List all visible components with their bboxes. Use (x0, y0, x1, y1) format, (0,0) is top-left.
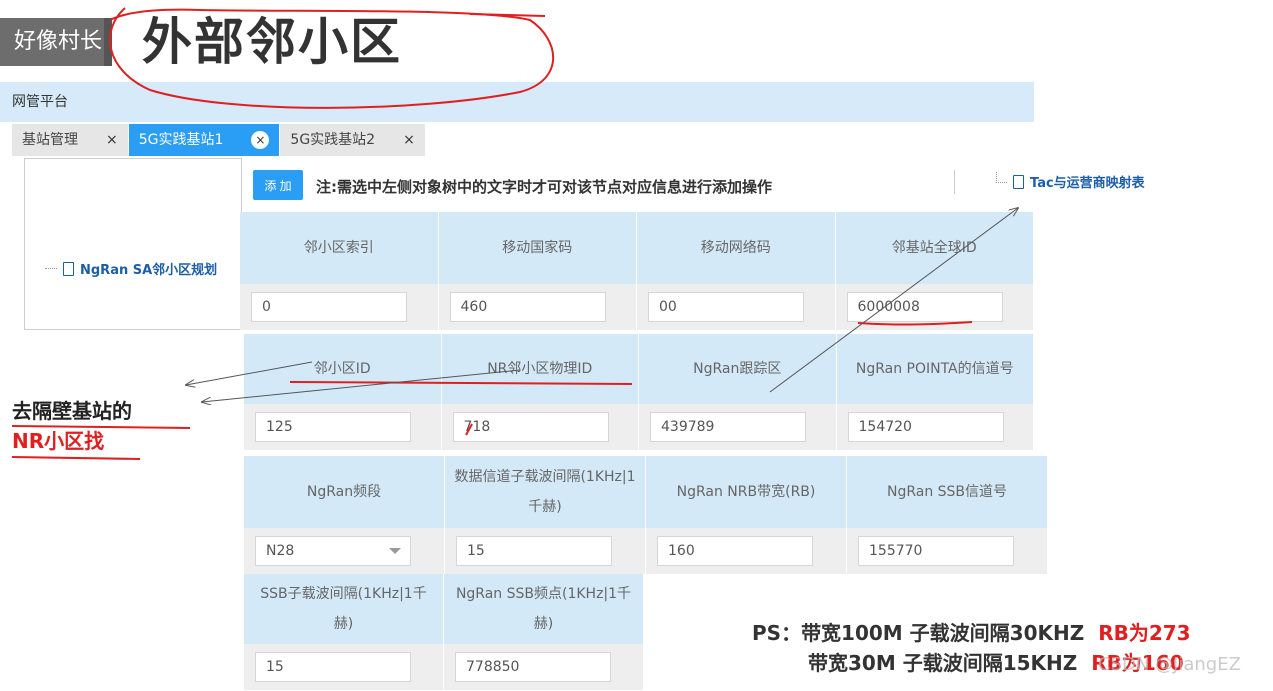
document-icon (1013, 174, 1024, 189)
tab-bar: 基站管理 × 5G实践基站1 × 5G实践基站2 × (12, 124, 426, 156)
document-icon (63, 261, 74, 276)
watermark: CSDN @JiangEZ (1098, 654, 1241, 675)
label-ngran-nrb-bandwidth: NgRan NRB带宽(RB) (646, 456, 847, 528)
tree-connector (45, 268, 57, 269)
tab-label: 5G实践基站2 (290, 132, 376, 148)
label-ngran-pointa-arfcn: NgRan POINTA的信道号 (836, 334, 1034, 404)
tree-connector (996, 172, 1007, 183)
tab-5g-station-2[interactable]: 5G实践基站2 × (280, 124, 426, 156)
ps-line-2: 带宽30M 子载波间隔15KHZ (808, 651, 1078, 675)
side-annotation: 去隔壁基站的 NR小区找 (12, 396, 132, 456)
label-ssb-scs: SSB子载波间隔(1KHz|1千赫) (244, 574, 444, 644)
nr-neighbor-pci-input[interactable] (452, 412, 609, 442)
ngran-tracking-area-input[interactable] (650, 412, 806, 442)
object-tree-panel: NgRan SA邻小区规划 (24, 158, 242, 330)
video-title: 外部邻小区 (142, 13, 402, 71)
label-nr-neighbor-pci: NR邻小区物理ID (441, 334, 639, 404)
form-group-4: SSB子载波间隔(1KHz|1千赫) NgRan SSB频点(1KHz|1千赫) (244, 574, 644, 690)
neighbor-gnb-global-id-input[interactable] (846, 292, 1003, 322)
label-ngran-ssb-arfcn: NgRan SSB信道号 (847, 456, 1048, 528)
add-button[interactable]: 添 加 (253, 170, 303, 200)
mcc-input[interactable] (449, 292, 606, 322)
title-underline-stroke (469, 13, 546, 17)
channel-divider (104, 18, 112, 66)
label-ngran-tracking-area: NgRan跟踪区 (639, 334, 837, 404)
side-underline-2 (11, 456, 141, 460)
neighbor-cell-id-input[interactable] (255, 412, 411, 442)
label-neighbor-cell-index: 邻小区索引 (240, 212, 439, 284)
toolbar: 添 加 注:需选中左侧对象树中的文字时才可对该节点对应信息进行添加操作 (244, 158, 1034, 210)
ngran-band-value[interactable] (255, 536, 411, 566)
form-group-2: 邻小区ID NR邻小区物理ID NgRan跟踪区 NgRan POINTA的信道… (244, 334, 1034, 450)
tac-link-label[interactable]: Tac与运营商映射表 (1030, 172, 1145, 191)
tab-5g-station-1[interactable]: 5G实践基站1 × (128, 124, 281, 156)
side-annotation-line-2: NR小区找 (12, 429, 105, 453)
app-header: 网管平台 (0, 82, 1034, 122)
label-ngran-band: NgRan频段 (244, 456, 445, 528)
tree-node-ngran-sa-neighbor[interactable]: NgRan SA邻小区规划 (45, 259, 217, 278)
ngran-nrb-bandwidth-input[interactable] (657, 536, 813, 566)
label-ngran-ssb-frequency: NgRan SSB频点(1KHz|1千赫) (444, 574, 644, 644)
ngran-pointa-arfcn-input[interactable] (847, 412, 1004, 442)
tree-node-label[interactable]: NgRan SA邻小区规划 (80, 259, 217, 278)
form-group-1: 邻小区索引 移动国家码 移动网络码 邻基站全球ID (240, 212, 1034, 330)
label-neighbor-gnb-global-id: 邻基站全球ID (835, 212, 1034, 284)
tab-station-management[interactable]: 基站管理 × (12, 124, 129, 156)
side-annotation-line-1: 去隔壁基站的 (12, 399, 132, 423)
ps-line-1: 带宽100M 子载波间隔30KHZ (801, 621, 1085, 645)
tab-label: 基站管理 (22, 132, 78, 148)
mnc-input[interactable] (648, 292, 804, 322)
ps-line-1-rb: RB为273 (1098, 621, 1191, 645)
app-title: 网管平台 (12, 94, 68, 110)
ssb-scs-input[interactable] (255, 652, 411, 682)
form-group-3: NgRan频段 数据信道子载波间隔(1KHz|1千赫) NgRan NRB带宽(… (244, 456, 1048, 574)
label-neighbor-cell-id: 邻小区ID (244, 334, 442, 404)
label-mcc: 移动国家码 (438, 212, 637, 284)
close-icon[interactable]: × (251, 131, 270, 149)
ps-prefix: PS： (752, 621, 802, 645)
ngran-ssb-arfcn-input[interactable] (858, 536, 1014, 566)
label-mnc: 移动网络码 (637, 212, 836, 284)
toolbar-divider (954, 170, 955, 194)
tab-label: 5G实践基站1 (138, 132, 224, 148)
chevron-down-icon[interactable] (389, 548, 401, 554)
data-channel-scs-input[interactable] (456, 536, 612, 566)
ngran-ssb-frequency-input[interactable] (455, 652, 611, 682)
notice-text: 注:需选中左侧对象树中的文字时才可对该节点对应信息进行添加操作 (316, 178, 773, 196)
neighbor-cell-index-input[interactable] (251, 292, 407, 322)
tac-mapping-link[interactable]: Tac与运营商映射表 (996, 172, 1145, 191)
channel-badge: 好像村长 (0, 18, 104, 66)
ngran-band-select[interactable] (255, 536, 411, 566)
label-data-channel-scs: 数据信道子载波间隔(1KHz|1千赫) (445, 456, 646, 528)
close-icon[interactable]: × (403, 124, 415, 156)
close-icon[interactable]: × (106, 124, 118, 156)
